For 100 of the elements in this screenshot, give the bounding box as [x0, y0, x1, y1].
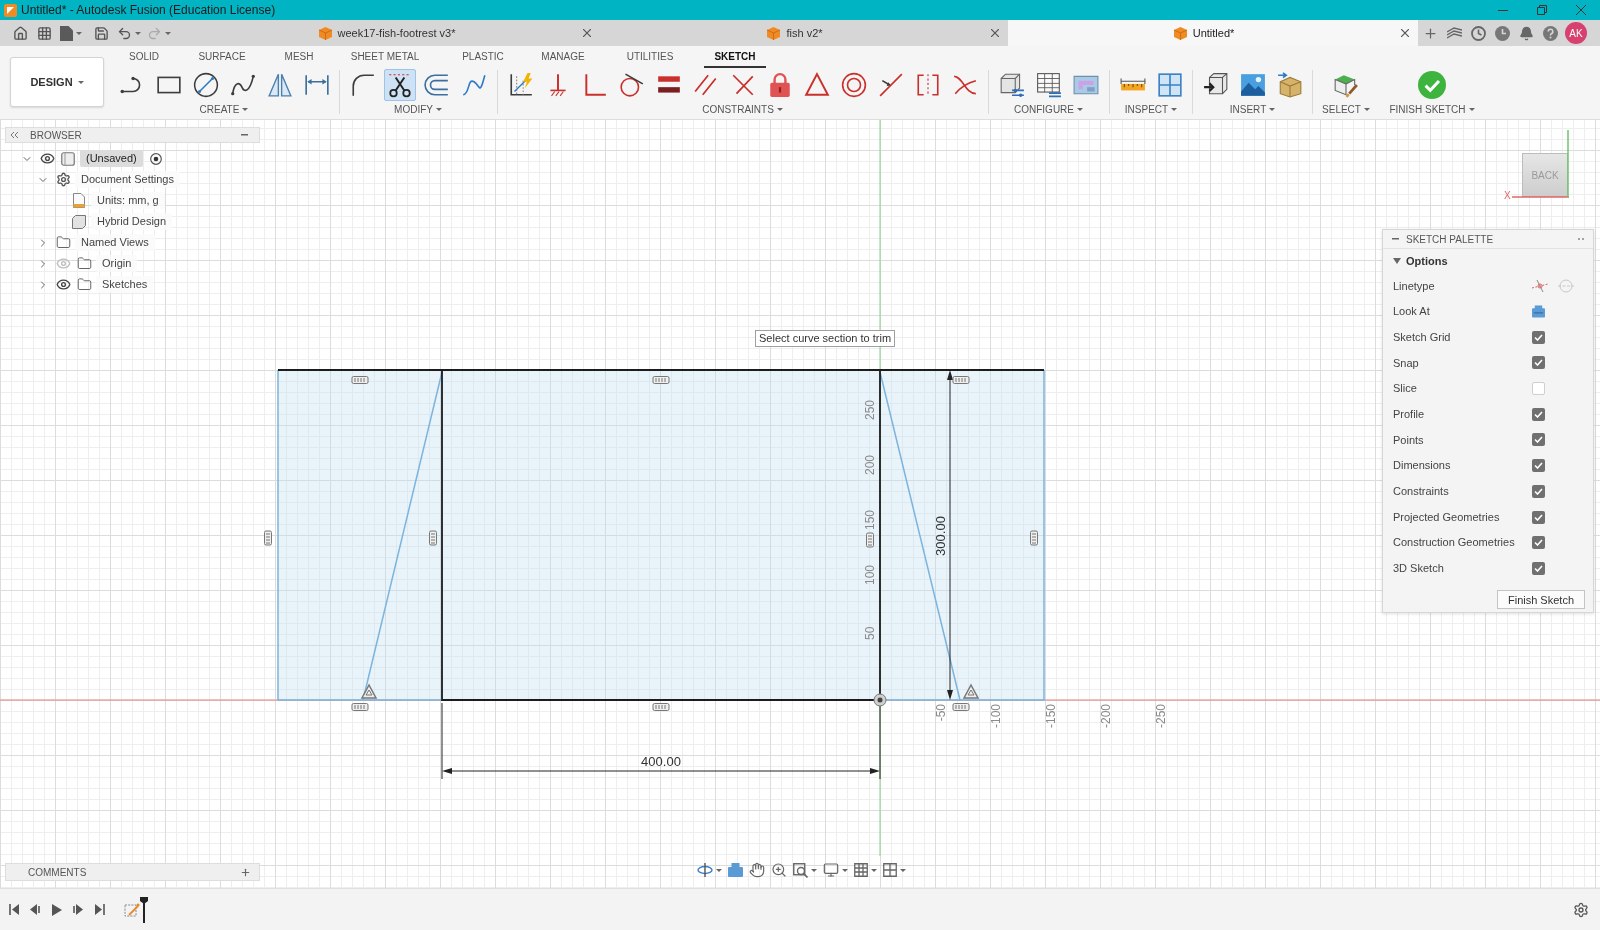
viewports-button[interactable]: [883, 863, 906, 877]
dimension-value[interactable]: 300.00: [933, 516, 948, 556]
document-tab[interactable]: Untitled*: [1008, 20, 1418, 46]
group-menu-button[interactable]: FINISH SKETCH: [1389, 102, 1475, 116]
checkbox[interactable]: [1532, 459, 1545, 473]
triangle-constraint-icon[interactable]: [360, 683, 378, 699]
constraint-glyph-icon[interactable]: [952, 376, 970, 384]
tree-item-label[interactable]: Document Settings: [75, 171, 180, 188]
group-menu-button[interactable]: SELECT: [1322, 102, 1370, 116]
construction-linetype-button[interactable]: [1532, 278, 1548, 293]
checkbox[interactable]: [1532, 484, 1545, 498]
close-tab-button[interactable]: [1400, 29, 1410, 37]
close-tab-button[interactable]: [990, 29, 1000, 37]
option-label: Look At: [1393, 304, 1431, 320]
account-avatar[interactable]: AK: [1565, 22, 1587, 44]
constraint-glyph-icon[interactable]: [652, 703, 670, 711]
eye-icon[interactable]: [39, 151, 55, 166]
checkbox[interactable]: [1532, 510, 1545, 524]
orbit-button[interactable]: [697, 863, 722, 877]
checkbox[interactable]: [1532, 382, 1545, 396]
finish-sketch-button[interactable]: Finish Sketch: [1496, 590, 1585, 610]
option-label: Constraints: [1393, 484, 1450, 500]
toolbar-tab[interactable]: SKETCH: [704, 47, 766, 68]
constraint-glyph-icon[interactable]: [264, 530, 272, 546]
folder-icon: [76, 277, 92, 292]
spline-icon: [229, 72, 256, 98]
scissors-icon: [386, 72, 413, 98]
look-at-button[interactable]: [728, 863, 743, 877]
toolbar-tab[interactable]: MESH: [274, 47, 324, 68]
zoom-button[interactable]: [771, 862, 787, 878]
caret-icon: [900, 868, 906, 872]
settings-icon: [1573, 901, 1589, 918]
constraint-glyph-icon[interactable]: [351, 703, 369, 711]
tree-item-label[interactable]: Hybrid Design: [91, 213, 173, 230]
group-menu-button[interactable]: CREATE: [199, 102, 249, 116]
tool-button[interactable]: [383, 69, 416, 101]
checkbox[interactable]: [1532, 330, 1545, 344]
toolbar-tab[interactable]: SURFACE: [180, 47, 264, 68]
browser-title: BROWSER: [30, 128, 82, 143]
origin-point-icon[interactable]: [873, 693, 887, 707]
look-at-button[interactable]: [1532, 305, 1545, 319]
add-comment-button[interactable]: [240, 866, 251, 878]
group-menu-button[interactable]: CONSTRAINTS: [702, 102, 783, 116]
apps-button[interactable]: [36, 25, 52, 41]
pan-button[interactable]: [749, 862, 765, 878]
fit-button[interactable]: [793, 862, 817, 878]
slanted-lines-icon: [1446, 27, 1462, 39]
section-title[interactable]: Options: [1406, 252, 1448, 270]
group-menu-button[interactable]: MODIFY: [394, 102, 442, 116]
toolbar-tab[interactable]: UTILITIES: [606, 47, 694, 68]
constraint-glyph-icon[interactable]: [1030, 530, 1038, 546]
toolbar-tab[interactable]: SHEET METAL: [334, 47, 436, 68]
tree-item-label[interactable]: Units: mm, g: [91, 192, 165, 209]
palette-title: SKETCH PALETTE: [1406, 232, 1494, 247]
group-menu-button[interactable]: CONFIGURE: [1014, 102, 1083, 116]
caret-icon: [1468, 107, 1475, 111]
grid-settings-button[interactable]: [854, 863, 877, 877]
eye-icon[interactable]: [55, 277, 71, 292]
look-at-icon: [1532, 305, 1545, 319]
constraint-glyph-icon[interactable]: [351, 376, 369, 384]
caret-icon: [165, 31, 171, 35]
home-button[interactable]: [12, 25, 28, 41]
close-tab-button[interactable]: [582, 29, 592, 37]
option-label: Snap: [1393, 355, 1420, 371]
axis-lines: [1512, 130, 1569, 198]
constraint-glyph-icon[interactable]: [429, 530, 437, 546]
save-button[interactable]: [93, 25, 109, 41]
group-menu-button[interactable]: INSERT: [1229, 102, 1276, 116]
grid-icon: [854, 863, 868, 877]
option-label: Projected Geometries: [1393, 509, 1501, 525]
file-menu-button[interactable]: [60, 25, 82, 41]
undo-button[interactable]: [117, 25, 141, 41]
constraint-glyph-icon[interactable]: [866, 532, 874, 548]
display-settings-button[interactable]: [823, 862, 848, 878]
tree-item-label[interactable]: (Unsaved): [80, 150, 143, 167]
toolbar-tab[interactable]: SOLID: [118, 47, 170, 68]
toolbar-tab[interactable]: PLASTIC: [446, 47, 520, 68]
checkbox[interactable]: [1532, 407, 1545, 421]
toolbar-tab[interactable]: MANAGE: [530, 47, 596, 68]
timeline-settings-button[interactable]: [1573, 901, 1589, 918]
checkbox[interactable]: [1532, 356, 1545, 370]
bell-icon: [1518, 25, 1534, 41]
checkbox[interactable]: [1532, 433, 1545, 447]
midpoint-icon: [877, 72, 904, 98]
constraint-glyph-icon[interactable]: [952, 703, 970, 711]
workspace-button[interactable]: DESIGN: [10, 57, 104, 107]
tree-item-label[interactable]: Sketches: [96, 276, 154, 293]
tree-item-label[interactable]: Origin: [96, 255, 138, 272]
tree-item-label[interactable]: Named Views: [75, 234, 155, 251]
step-forward-icon: [73, 904, 84, 915]
triangle-constraint-icon[interactable]: [962, 683, 980, 699]
save-icon: [93, 25, 109, 41]
caret-icon: [1269, 107, 1276, 111]
option-label: 3D Sketch: [1393, 561, 1445, 577]
constraint-glyph-icon[interactable]: [652, 376, 670, 384]
group-menu-button[interactable]: INSPECT: [1124, 102, 1178, 116]
dimension-value[interactable]: 400.00: [641, 754, 681, 769]
gear-icon: [55, 172, 71, 187]
checkbox[interactable]: [1532, 561, 1545, 575]
checkbox[interactable]: [1532, 536, 1545, 550]
